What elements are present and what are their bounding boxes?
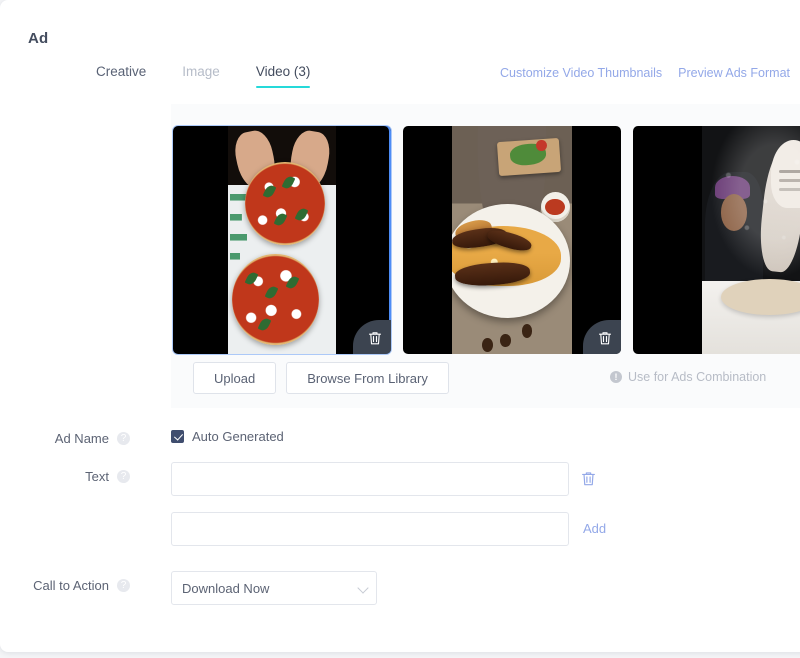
- creative-type-tabs: Creative Image Video (3): [96, 64, 346, 88]
- video-thumbnail-3[interactable]: [633, 126, 800, 354]
- customize-video-thumbnails-link[interactable]: Customize Video Thumbnails: [500, 66, 662, 80]
- delete-video-1-button[interactable]: [353, 320, 391, 354]
- auto-generated-checkbox-wrap[interactable]: Auto Generated: [171, 424, 284, 444]
- help-icon[interactable]: ?: [117, 432, 130, 445]
- call-to-action-label: Call to Action: [33, 578, 109, 593]
- ad-name-field-cell: Auto Generated: [171, 424, 284, 444]
- call-to-action-label-cell: Call to Action ?: [0, 571, 130, 593]
- ad-name-label: Ad Name: [54, 431, 109, 446]
- text-field-cell-1: [171, 462, 596, 496]
- text-label-cell: Text ?: [0, 462, 130, 484]
- delete-text-1-button[interactable]: [581, 462, 596, 496]
- call-to-action-field-cell: Download Now: [171, 571, 377, 605]
- media-action-row: Upload Browse From Library ! Use for Ads…: [193, 362, 793, 394]
- trash-icon: [368, 332, 381, 345]
- add-text-link[interactable]: Add: [583, 512, 606, 546]
- trash-icon: [598, 332, 611, 345]
- call-to-action-row: Call to Action ? Download Now: [0, 571, 800, 605]
- tab-image[interactable]: Image: [182, 64, 220, 88]
- text-label-cell-empty: [0, 512, 130, 519]
- info-icon: !: [610, 371, 622, 383]
- header-links: Customize Video Thumbnails Preview Ads F…: [500, 66, 790, 80]
- help-icon[interactable]: ?: [117, 579, 130, 592]
- page-title: Ad: [28, 30, 49, 47]
- help-icon[interactable]: ?: [117, 470, 130, 483]
- text-input-1[interactable]: [171, 462, 569, 496]
- text-label: Text: [85, 469, 109, 484]
- text-row-2: Add: [0, 512, 800, 546]
- text-row-1: Text ?: [0, 462, 800, 496]
- ad-name-label-cell: Ad Name ?: [0, 424, 130, 446]
- tab-video[interactable]: Video (3): [255, 64, 310, 88]
- auto-generated-checkbox[interactable]: [171, 430, 184, 443]
- video-thumbnail-2[interactable]: [403, 126, 621, 354]
- text-input-2[interactable]: [171, 512, 569, 546]
- ad-name-row: Ad Name ? Auto Generated: [0, 424, 800, 446]
- trash-icon: [582, 472, 595, 486]
- tab-creative[interactable]: Creative: [96, 64, 146, 88]
- ad-creative-panel: Ad Creative Image Video (3) Customize Vi…: [0, 0, 800, 658]
- pizza-artwork: [228, 126, 336, 354]
- video-frame-3: [702, 126, 800, 354]
- auto-generated-label: Auto Generated: [192, 429, 284, 444]
- text-field-cell-2: Add: [171, 512, 606, 546]
- call-to-action-select-value[interactable]: Download Now: [171, 571, 377, 605]
- ad-form: Ad Name ? Auto Generated Text ? Add Call…: [0, 424, 800, 621]
- video-frame-2: [452, 126, 572, 354]
- preview-ads-format-link[interactable]: Preview Ads Format: [678, 66, 790, 80]
- upload-button[interactable]: Upload: [193, 362, 277, 394]
- biryani-artwork: [452, 126, 572, 354]
- ad-card: Ad Creative Image Video (3) Customize Vi…: [0, 0, 800, 652]
- use-for-ads-combination-label: Use for Ads Combination: [628, 370, 767, 384]
- call-to-action-select[interactable]: Download Now: [171, 571, 377, 605]
- use-for-ads-combination-toggle[interactable]: ! Use for Ads Combination: [610, 370, 766, 384]
- delete-video-2-button[interactable]: [583, 320, 621, 354]
- dough-artwork: [702, 126, 800, 354]
- video-thumbnail-strip[interactable]: [173, 126, 800, 354]
- video-frame-1: [228, 126, 336, 354]
- browse-from-library-button[interactable]: Browse From Library: [286, 362, 449, 394]
- video-thumbnail-1[interactable]: [173, 126, 391, 354]
